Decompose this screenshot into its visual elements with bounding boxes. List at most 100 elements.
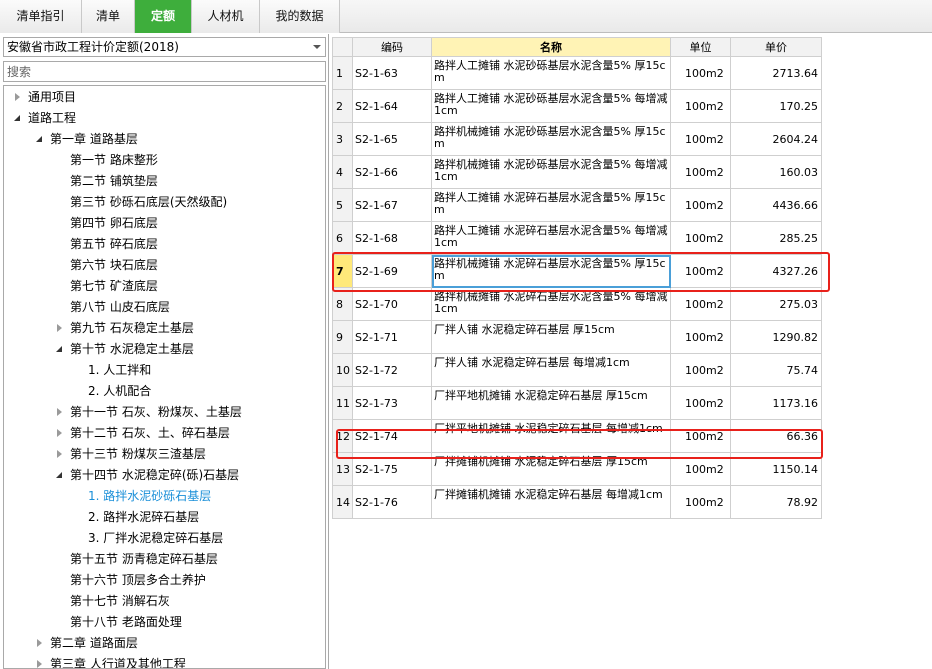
tree-node[interactable]: 第六节 块石底层 xyxy=(4,255,158,276)
header-code[interactable]: 编码 xyxy=(352,37,432,57)
table-row[interactable]: 14 S2-1-76 厂拌摊铺机摊铺 水泥稳定碎石基层 每增减1cm 100m2 78.… xyxy=(332,485,822,519)
table-row[interactable]: 6 S2-1-68 路拌人工摊铺 水泥碎石基层水泥含量5% 每增减1cm 100m2 2… xyxy=(332,221,822,255)
cell-unit[interactable]: 100m2 xyxy=(670,419,731,453)
cell-unit[interactable]: 100m2 xyxy=(670,287,731,321)
cell-unit[interactable]: 100m2 xyxy=(670,320,731,354)
library-select[interactable]: 安徽省市政工程计价定额(2018) xyxy=(3,37,326,57)
cell-code[interactable]: S2-1-63 xyxy=(352,56,432,90)
cell-unit[interactable]: 100m2 xyxy=(670,254,731,288)
tree-node[interactable]: 第三章 人行道及其他工程 xyxy=(4,654,186,668)
table-row[interactable]: 3 S2-1-65 路拌机械摊铺 水泥砂砾基层水泥含量5% 厚15cm 100m2 26… xyxy=(332,122,822,156)
tree-node[interactable]: 1. 人工拌和 xyxy=(4,360,151,381)
tree-node[interactable]: 3. 厂拌水泥稳定碎石基层 xyxy=(4,528,223,549)
cell-name[interactable]: 路拌人工摊铺 水泥砂砾基层水泥含量5% 厚15cm xyxy=(431,56,671,90)
tree-node[interactable]: 1. 路拌水泥砂砾石基层 xyxy=(4,486,211,507)
cell-name[interactable]: 路拌机械摊铺 水泥砂砾基层水泥含量5% 厚15cm xyxy=(431,122,671,156)
chevron-down-icon[interactable] xyxy=(313,45,321,49)
expand-closed-icon[interactable] xyxy=(54,423,66,444)
tree-node[interactable]: 第三节 砂砾石底层(天然级配) xyxy=(4,192,227,213)
cell-code[interactable]: S2-1-65 xyxy=(352,122,432,156)
table-row[interactable]: 10 S2-1-72 厂拌人铺 水泥稳定碎石基层 每增减1cm 100m2 75.74 xyxy=(332,353,822,387)
cell-code[interactable]: S2-1-68 xyxy=(352,221,432,255)
row-number[interactable]: 7 xyxy=(332,254,353,288)
tree-node[interactable]: 第十八节 老路面处理 xyxy=(4,612,182,633)
tab-resources[interactable]: 人材机 xyxy=(192,0,260,33)
tree-node[interactable]: 第十四节 水泥稳定碎(砾)石基层 xyxy=(4,465,239,486)
cell-unit[interactable]: 100m2 xyxy=(670,122,731,156)
cell-code[interactable]: S2-1-72 xyxy=(352,353,432,387)
header-unit[interactable]: 单位 xyxy=(670,37,731,57)
tree-node[interactable]: 第十节 水泥稳定土基层 xyxy=(4,339,194,360)
cell-code[interactable]: S2-1-69 xyxy=(352,254,432,288)
table-row[interactable]: 5 S2-1-67 路拌人工摊铺 水泥碎石基层水泥含量5% 厚15cm 100m2 44… xyxy=(332,188,822,222)
tree-node[interactable]: 第十六节 顶层多合土养护 xyxy=(4,570,206,591)
cell-name[interactable]: 厂拌平地机摊铺 水泥稳定碎石基层 每增减1cm xyxy=(431,419,671,453)
tab-quota[interactable]: 定额 xyxy=(135,0,192,33)
row-number[interactable]: 1 xyxy=(332,56,353,90)
cell-unit[interactable]: 100m2 xyxy=(670,485,731,519)
cell-unit[interactable]: 100m2 xyxy=(670,221,731,255)
tree-node[interactable]: 通用项目 xyxy=(4,87,76,108)
tree-node[interactable]: 第十七节 消解石灰 xyxy=(4,591,170,612)
tree-node[interactable]: 第九节 石灰稳定土基层 xyxy=(4,318,194,339)
table-row[interactable]: 8 S2-1-70 路拌机械摊铺 水泥碎石基层水泥含量5% 每增减1cm 100m2 2… xyxy=(332,287,822,321)
cell-name[interactable]: 厂拌摊铺机摊铺 水泥稳定碎石基层 每增减1cm xyxy=(431,485,671,519)
cell-price[interactable]: 1173.16 xyxy=(730,386,822,420)
tab-list-guide[interactable]: 清单指引 xyxy=(0,0,82,33)
cell-code[interactable]: S2-1-73 xyxy=(352,386,432,420)
row-number[interactable]: 14 xyxy=(332,485,353,519)
cell-code[interactable]: S2-1-74 xyxy=(352,419,432,453)
header-price[interactable]: 单价 xyxy=(730,37,822,57)
tree-node[interactable]: 第一节 路床整形 xyxy=(4,150,158,171)
cell-code[interactable]: S2-1-71 xyxy=(352,320,432,354)
row-number[interactable]: 10 xyxy=(332,353,353,387)
expand-closed-icon[interactable] xyxy=(34,654,46,668)
cell-code[interactable]: S2-1-76 xyxy=(352,485,432,519)
cell-name[interactable]: 路拌机械摊铺 水泥砂砾基层水泥含量5% 每增减1cm xyxy=(431,155,671,189)
row-number[interactable]: 2 xyxy=(332,89,353,123)
cell-code[interactable]: S2-1-70 xyxy=(352,287,432,321)
tree-node[interactable]: 第七节 矿渣底层 xyxy=(4,276,158,297)
cell-price[interactable]: 275.03 xyxy=(730,287,822,321)
cell-unit[interactable]: 100m2 xyxy=(670,188,731,222)
cell-price[interactable]: 285.25 xyxy=(730,221,822,255)
row-number[interactable]: 13 xyxy=(332,452,353,486)
tree-node[interactable]: 第十三节 粉煤灰三渣基层 xyxy=(4,444,206,465)
cell-name[interactable]: 厂拌摊铺机摊铺 水泥稳定碎石基层 厚15cm xyxy=(431,452,671,486)
cell-price[interactable]: 1290.82 xyxy=(730,320,822,354)
row-number[interactable]: 12 xyxy=(332,419,353,453)
table-row[interactable]: 11 S2-1-73 厂拌平地机摊铺 水泥稳定碎石基层 厚15cm 100m2 1173… xyxy=(332,386,822,420)
cell-name[interactable]: 路拌人工摊铺 水泥碎石基层水泥含量5% 厚15cm xyxy=(431,188,671,222)
cell-unit[interactable]: 100m2 xyxy=(670,386,731,420)
cell-name[interactable]: 路拌人工摊铺 水泥砂砾基层水泥含量5% 每增减1cm xyxy=(431,89,671,123)
row-number[interactable]: 4 xyxy=(332,155,353,189)
cell-price[interactable]: 2604.24 xyxy=(730,122,822,156)
tree-node[interactable]: 2. 人机配合 xyxy=(4,381,151,402)
row-number[interactable]: 8 xyxy=(332,287,353,321)
tree-node[interactable]: 第四节 卵石底层 xyxy=(4,213,158,234)
expand-closed-icon[interactable] xyxy=(54,402,66,423)
expand-closed-icon[interactable] xyxy=(54,444,66,465)
cell-code[interactable]: S2-1-64 xyxy=(352,89,432,123)
expand-open-icon[interactable] xyxy=(54,339,66,360)
expand-open-icon[interactable] xyxy=(54,465,66,486)
row-number[interactable]: 5 xyxy=(332,188,353,222)
cell-unit[interactable]: 100m2 xyxy=(670,89,731,123)
cell-unit[interactable]: 100m2 xyxy=(670,56,731,90)
table-row[interactable]: 4 S2-1-66 路拌机械摊铺 水泥砂砾基层水泥含量5% 每增减1cm 100m2 1… xyxy=(332,155,822,189)
tree-node[interactable]: 第五节 碎石底层 xyxy=(4,234,158,255)
cell-unit[interactable]: 100m2 xyxy=(670,353,731,387)
tree-node[interactable]: 道路工程 xyxy=(4,108,76,129)
tree-node[interactable]: 第八节 山皮石底层 xyxy=(4,297,170,318)
expand-open-icon[interactable] xyxy=(12,108,24,129)
cell-price[interactable]: 1150.14 xyxy=(730,452,822,486)
cell-name[interactable]: 厂拌人铺 水泥稳定碎石基层 每增减1cm xyxy=(431,353,671,387)
table-row[interactable]: 9 S2-1-71 厂拌人铺 水泥稳定碎石基层 厚15cm 100m2 1290.82 xyxy=(332,320,822,354)
tree-node[interactable]: 第二章 道路面层 xyxy=(4,633,138,654)
table-row[interactable]: 7 S2-1-69 路拌机械摊铺 水泥碎石基层水泥含量5% 厚15cm 100m2 43… xyxy=(332,254,822,288)
tree-node[interactable]: 第十二节 石灰、土、碎石基层 xyxy=(4,423,230,444)
cell-price[interactable]: 78.92 xyxy=(730,485,822,519)
row-number[interactable]: 6 xyxy=(332,221,353,255)
cell-price[interactable]: 170.25 xyxy=(730,89,822,123)
row-number[interactable]: 9 xyxy=(332,320,353,354)
